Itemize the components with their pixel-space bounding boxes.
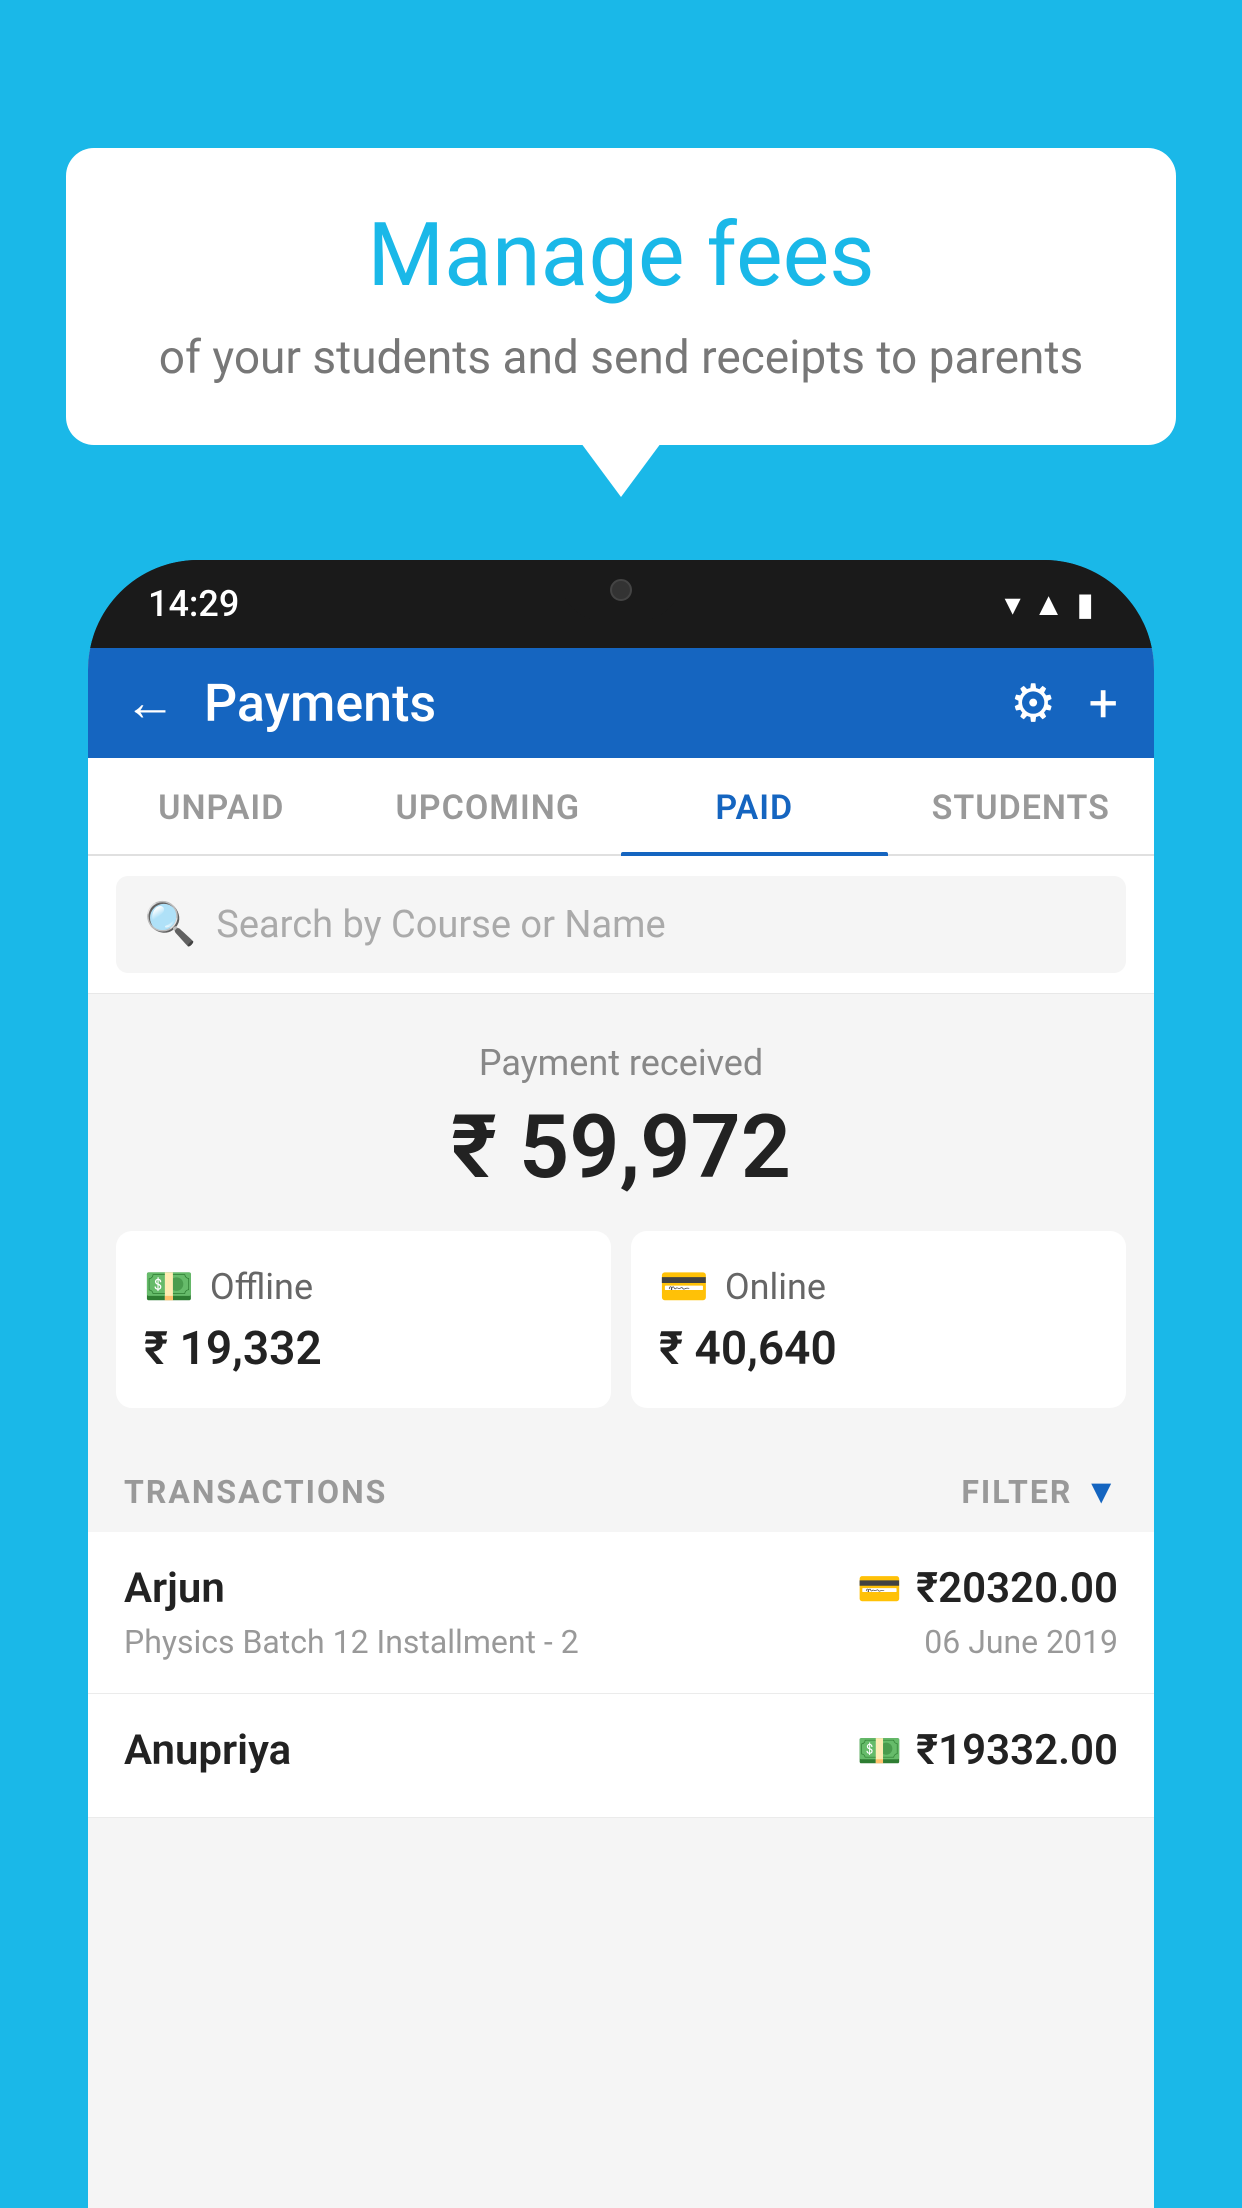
header-left: ← Payments [124,673,436,734]
battery-icon: ▮ [1076,585,1094,623]
transaction-bottom-1: Physics Batch 12 Installment - 2 06 June… [124,1623,1118,1661]
transaction-amount-wrap-1: 💳 ₹20320.00 [857,1564,1118,1613]
app-header: ← Payments ⚙ + [88,648,1154,758]
transactions-header: TRANSACTIONS FILTER ▼ [88,1444,1154,1532]
status-bar: 14:29 ▾ ▲ ▮ [88,560,1154,648]
bubble-subtitle: of your students and send receipts to pa… [146,329,1096,389]
filter-icon: ▼ [1084,1472,1118,1512]
settings-icon[interactable]: ⚙ [1010,673,1057,734]
transaction-row-2[interactable]: Anupriya 💵 ₹19332.00 [88,1694,1154,1818]
camera [610,579,632,601]
online-payment-card: 💳 Online ₹ 40,640 [631,1231,1126,1408]
status-icons: ▾ ▲ ▮ [1005,585,1094,623]
header-title: Payments [204,673,436,734]
transaction-row[interactable]: Arjun 💳 ₹20320.00 Physics Batch 12 Insta… [88,1532,1154,1694]
wifi-icon: ▾ [1005,585,1021,623]
transaction-detail-1: Physics Batch 12 Installment - 2 [124,1623,579,1661]
online-icon: 💳 [659,1263,709,1310]
search-container: 🔍 Search by Course or Name [88,856,1154,994]
status-time: 14:29 [148,583,239,625]
transaction-name-1: Arjun [124,1564,225,1613]
offline-label: Offline [210,1266,313,1308]
transactions-label: TRANSACTIONS [124,1473,387,1511]
payment-received-label: Payment received [116,1042,1126,1084]
online-label: Online [725,1266,826,1308]
payment-cards: 💵 Offline ₹ 19,332 💳 Online ₹ 40,640 [116,1231,1126,1408]
tab-paid[interactable]: PAID [621,758,888,854]
notch [561,560,681,620]
phone-frame: 14:29 ▾ ▲ ▮ ← Payments ⚙ + UNPAID UPCOMI… [88,560,1154,2208]
search-icon: 🔍 [144,900,196,949]
tab-unpaid[interactable]: UNPAID [88,758,355,854]
transaction-name-2: Anupriya [124,1726,291,1775]
tab-students[interactable]: STUDENTS [888,758,1155,854]
transaction-top-1: Arjun 💳 ₹20320.00 [124,1564,1118,1613]
tab-upcoming[interactable]: UPCOMING [355,758,622,854]
back-button[interactable]: ← [124,677,176,729]
header-right: ⚙ + [1010,673,1118,734]
search-placeholder: Search by Course or Name [216,903,665,947]
add-icon[interactable]: + [1088,673,1118,734]
transaction-amount-2: ₹19332.00 [916,1726,1118,1775]
offline-card-header: 💵 Offline [144,1263,583,1310]
search-bar[interactable]: 🔍 Search by Course or Name [116,876,1126,973]
payment-summary: Payment received ₹ 59,972 💵 Offline ₹ 19… [88,994,1154,1444]
offline-amount: ₹ 19,332 [144,1322,583,1376]
payment-total-amount: ₹ 59,972 [116,1096,1126,1199]
transaction-amount-1: ₹20320.00 [916,1564,1118,1613]
transaction-top-2: Anupriya 💵 ₹19332.00 [124,1726,1118,1775]
filter-wrap[interactable]: FILTER ▼ [961,1472,1118,1512]
app-screen: ← Payments ⚙ + UNPAID UPCOMING PAID STUD… [88,648,1154,2208]
online-amount: ₹ 40,640 [659,1322,1098,1376]
filter-label: FILTER [961,1473,1072,1511]
offline-payment-card: 💵 Offline ₹ 19,332 [116,1231,611,1408]
offline-icon: 💵 [144,1263,194,1310]
speech-bubble-container: Manage fees of your students and send re… [66,148,1176,445]
signal-icon: ▲ [1033,585,1065,623]
bubble-title: Manage fees [146,208,1096,305]
transaction-type-icon-1: 💳 [857,1568,902,1610]
transaction-amount-wrap-2: 💵 ₹19332.00 [857,1726,1118,1775]
speech-bubble: Manage fees of your students and send re… [66,148,1176,445]
transaction-type-icon-2: 💵 [857,1730,902,1772]
transaction-date-1: 06 June 2019 [924,1623,1118,1661]
online-card-header: 💳 Online [659,1263,1098,1310]
tabs-bar: UNPAID UPCOMING PAID STUDENTS [88,758,1154,856]
